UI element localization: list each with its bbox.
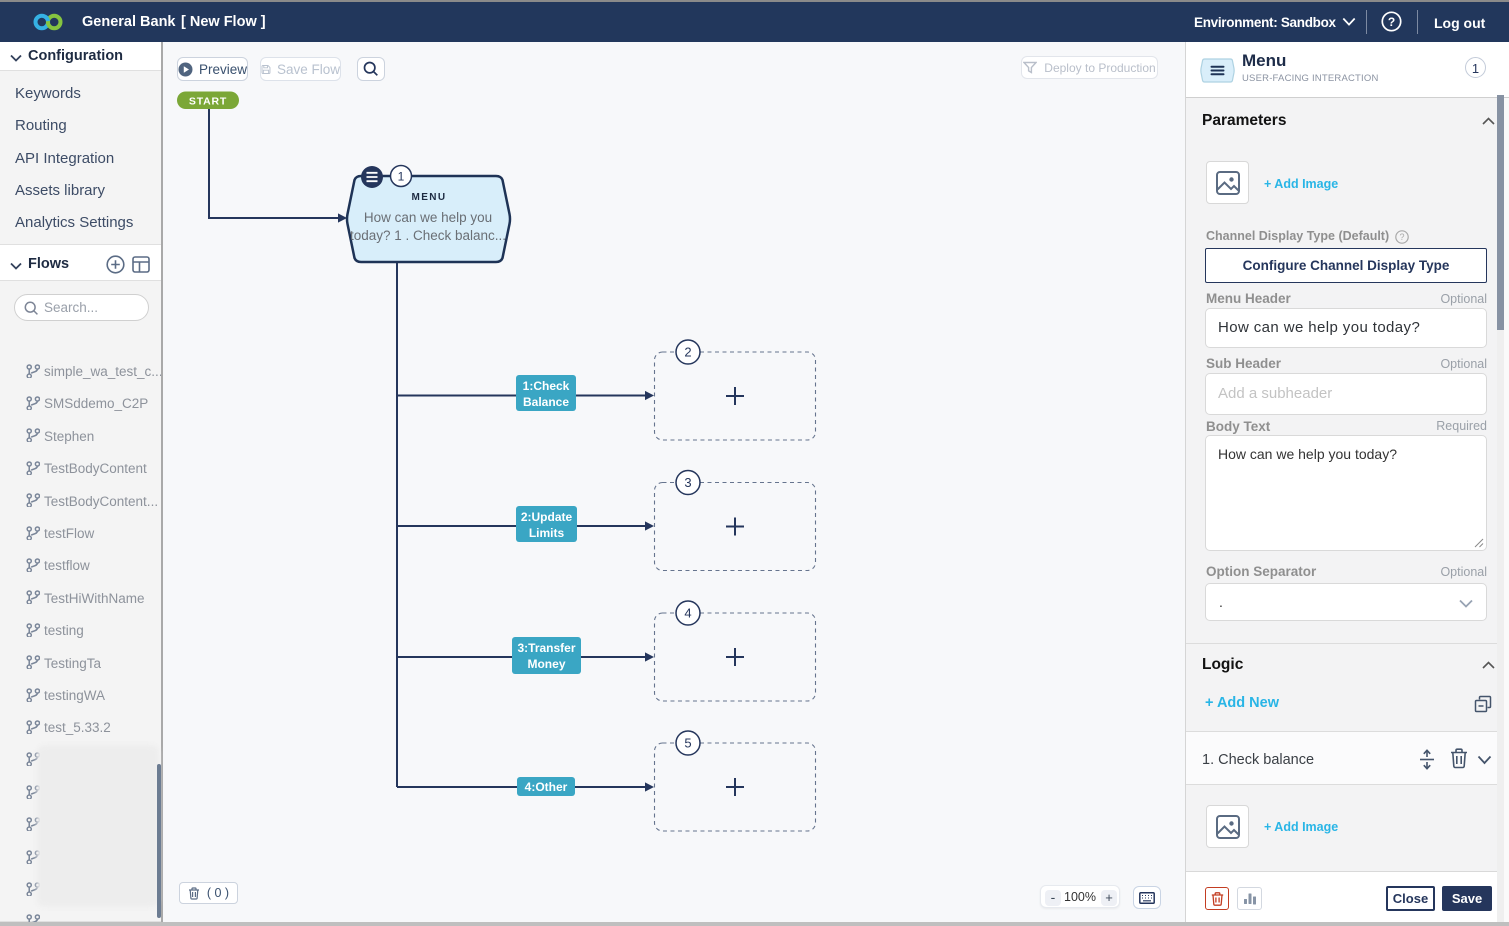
svg-text:How can we help you: How can we help you	[364, 210, 492, 225]
svg-text:?: ?	[1399, 232, 1404, 242]
svg-text:1: 1	[398, 170, 405, 184]
svg-text:Balance: Balance	[523, 395, 569, 409]
svg-text:today? 1 . Check balanc...: today? 1 . Check balanc...	[350, 228, 506, 243]
svg-text:4:Other: 4:Other	[525, 780, 568, 794]
svg-text:4: 4	[684, 606, 691, 621]
svg-text:5: 5	[684, 736, 691, 751]
svg-text:?: ?	[1388, 15, 1395, 29]
svg-text:3: 3	[684, 475, 691, 490]
svg-text:1:Check: 1:Check	[523, 379, 570, 393]
svg-text:2: 2	[684, 345, 691, 360]
svg-text:Money: Money	[527, 657, 565, 671]
svg-text:START: START	[189, 96, 227, 108]
svg-text:2:Update: 2:Update	[521, 510, 573, 524]
svg-text:Limits: Limits	[529, 526, 565, 540]
svg-text:MENU: MENU	[411, 192, 446, 203]
svg-text:3:Transfer: 3:Transfer	[517, 641, 575, 655]
